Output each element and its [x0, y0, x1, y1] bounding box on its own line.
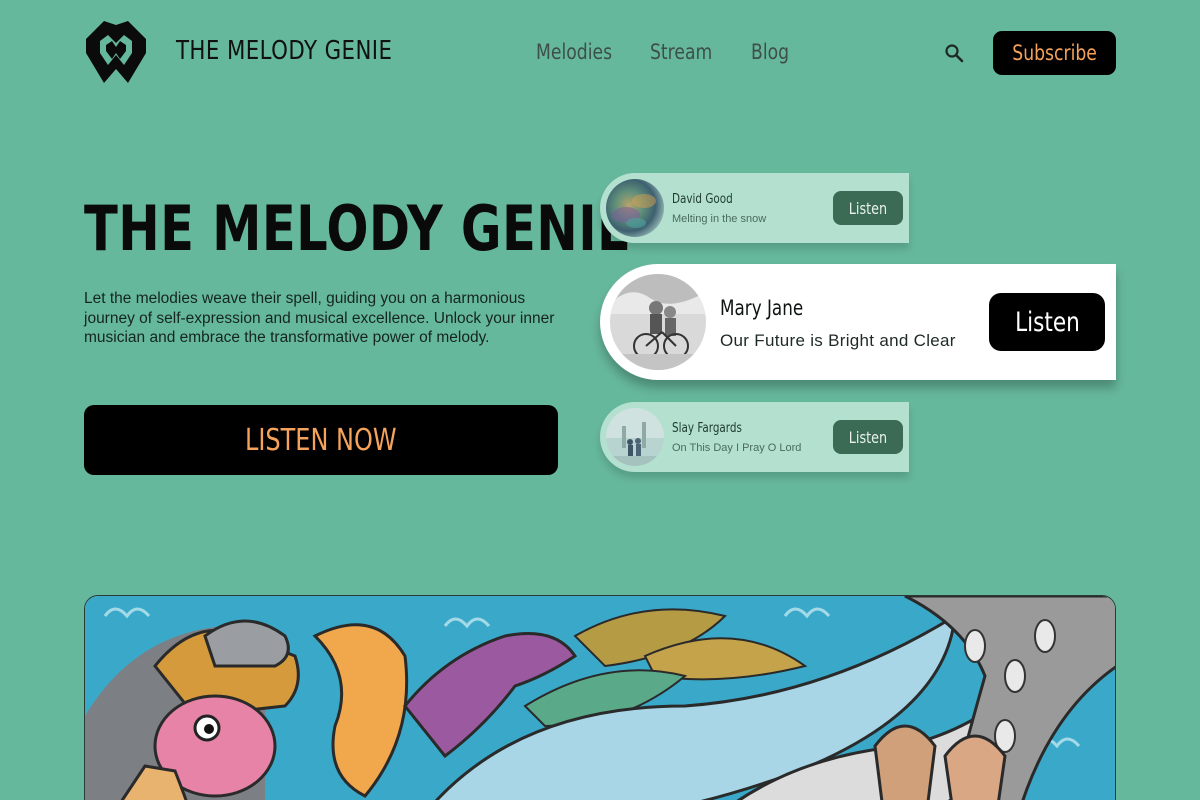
track-cover-image	[610, 274, 706, 370]
track-artist: Mary Jane	[720, 296, 804, 320]
listen-button[interactable]: Listen	[833, 420, 903, 454]
hero-artwork-image	[84, 595, 1116, 800]
listen-button[interactable]: Listen	[989, 293, 1105, 351]
track-title: Our Future is Bright and Clear	[720, 331, 956, 350]
subscribe-button[interactable]: Subscribe	[993, 31, 1116, 75]
brand-name[interactable]: THE MELODY GENIE	[176, 36, 392, 66]
track-cover-image	[606, 179, 664, 237]
track-artist: Slay Fargards	[672, 421, 742, 436]
subscribe-label: Subscribe	[1012, 41, 1097, 65]
listen-button-label: Listen	[848, 427, 888, 447]
listen-now-button[interactable]: LISTEN NOW	[84, 405, 558, 475]
listen-button-label: Listen	[848, 198, 888, 218]
track-card: Slay Fargards On This Day I Pray O Lord …	[600, 402, 909, 472]
track-cover-image	[606, 408, 664, 466]
track-title: Melting in the snow	[672, 213, 767, 225]
melody-genie-logo-icon[interactable]	[84, 21, 148, 83]
site-header: THE MELODY GENIE Melodies Stream Blog Su…	[0, 0, 1200, 110]
track-artist: David Good	[672, 192, 733, 207]
hero-title: THE MELODY GENIE	[84, 192, 632, 265]
listen-button-label: Listen	[1014, 306, 1080, 338]
nav-melodies[interactable]: Melodies	[536, 40, 612, 64]
listen-button[interactable]: Listen	[833, 191, 903, 225]
track-card-featured: Mary Jane Our Future is Bright and Clear…	[600, 264, 1116, 380]
track-title: On This Day I Pray O Lord	[672, 442, 802, 454]
search-icon[interactable]	[944, 43, 966, 65]
nav-blog[interactable]: Blog	[751, 40, 789, 64]
track-card: David Good Melting in the snow Listen	[600, 173, 909, 243]
listen-now-label: LISTEN NOW	[245, 422, 397, 458]
nav-stream[interactable]: Stream	[650, 40, 712, 64]
hero-description: Let the melodies weave their spell, guid…	[84, 290, 555, 346]
